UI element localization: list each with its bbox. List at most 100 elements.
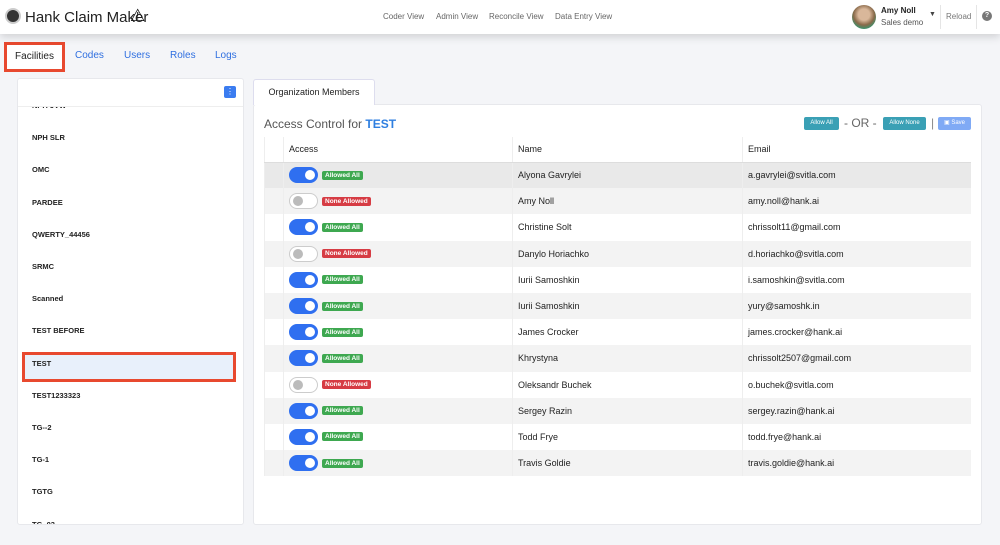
row-spacer [264,162,284,189]
status-badge: Allowed All [322,406,363,416]
table-row: Allowed All James Crocker james.crocker@… [264,319,971,346]
access-cell: Allowed All [283,214,513,241]
allow-none-button[interactable]: Allow None [883,117,926,130]
member-email: sergey.razin@hank.ai [742,397,971,424]
column-spacer [264,137,284,163]
table-row: None Allowed Amy Noll amy.noll@hank.ai [264,188,971,215]
access-toggle[interactable] [289,324,318,341]
member-email: chrissolt11@gmail.com [742,214,971,241]
toggle-knob [293,248,303,259]
access-cell: None Allowed [283,188,513,215]
access-toggle[interactable] [289,455,318,472]
access-cell: None Allowed [283,240,513,267]
tab-users[interactable]: Users [124,50,150,61]
member-name: Sergey Razin [512,397,743,424]
help-icon[interactable]: ? [982,11,992,21]
member-name: Christine Solt [512,214,743,241]
facility-item[interactable]: TG--2 [32,423,52,432]
facility-item[interactable]: TEST BEFORE [32,326,85,335]
access-toggle[interactable] [289,219,318,236]
access-toggle[interactable] [289,271,318,288]
under-construction-icon: ⚠ [130,6,146,25]
status-badge: Allowed All [322,170,363,180]
member-name: Amy Noll [512,188,743,215]
user-menu-caret-icon[interactable]: ▼ [929,11,936,18]
member-email: a.gavrylei@svitla.com [742,162,971,189]
reload-button[interactable]: Reload [946,12,971,21]
table-row: Allowed All Iurii Samoshkin i.samoshkin@… [264,266,971,293]
facility-item[interactable]: TGTG [32,487,53,496]
facility-item[interactable]: TG_03 [32,520,55,524]
heading-text: Access Control for [264,117,363,131]
nav-reconcile-view[interactable]: Reconcile View [489,12,544,21]
member-email: d.horiachko@svitla.com [742,240,971,267]
save-button[interactable]: ▣ Save [938,117,971,130]
tab-roles[interactable]: Roles [170,50,196,61]
access-toggle[interactable] [289,376,318,393]
toggle-knob [305,405,315,416]
status-badge: None Allowed [322,249,371,259]
tab-facilities[interactable]: Facilities [4,42,65,72]
access-toggle[interactable] [289,245,318,262]
member-email: yury@samoshk.in [742,292,971,320]
facility-item[interactable]: TG-1 [32,455,49,464]
status-badge: None Allowed [322,380,371,390]
nav-coder-view[interactable]: Coder View [383,12,424,21]
row-spacer [264,450,284,477]
toggle-knob [305,327,315,338]
allow-all-button[interactable]: Allow All [804,117,839,130]
facility-item[interactable]: OMC [32,165,50,174]
access-toggle[interactable] [289,167,318,184]
facility-list[interactable]: NPH JVW NPH SLR OMC PARDEE QWERTY_44456 SRMC S… [18,106,243,524]
member-email: todd.frye@hank.ai [742,423,971,451]
facility-item[interactable]: Scanned [32,294,63,303]
status-badge: None Allowed [322,196,371,206]
status-badge: Allowed All [322,275,363,285]
user-name[interactable]: Amy Noll [881,6,916,15]
member-email: travis.goldie@hank.ai [742,450,971,477]
toggle-knob [305,222,315,233]
member-name: Todd Frye [512,423,743,451]
member-name: James Crocker [512,319,743,346]
toggle-knob [293,196,303,207]
access-toggle[interactable] [289,298,318,315]
facility-item[interactable]: QWERTY_44456 [32,230,90,239]
member-name: Danylo Horiachko [512,240,743,267]
nav-data-entry-view[interactable]: Data Entry View [555,12,612,21]
access-toggle[interactable] [289,402,318,419]
facility-item[interactable]: TEST1233323 [32,391,80,400]
column-email: Email [742,137,971,163]
facility-item[interactable]: TEST [32,359,51,368]
row-spacer [264,240,284,267]
facility-item[interactable]: NPH SLR [32,133,65,142]
nav-admin-view[interactable]: Admin View [436,12,478,21]
table-row: Allowed All Khrystyna chrissolt2507@gmai… [264,345,971,372]
status-badge: Allowed All [322,458,363,468]
avatar[interactable] [852,5,876,29]
row-spacer [264,188,284,215]
access-toggle[interactable] [289,350,318,367]
access-toggle[interactable] [289,428,318,445]
facilities-menu-button[interactable]: ⋮ [224,86,236,98]
member-email: chrissolt2507@gmail.com [742,345,971,372]
table-row: Allowed All Sergey Razin sergey.razin@ha… [264,397,971,424]
access-toggle[interactable] [289,193,318,210]
toggle-knob [305,170,315,181]
row-spacer [264,319,284,346]
toggle-knob [305,353,315,364]
facility-item[interactable]: SRMC [32,262,54,271]
facility-item[interactable]: NPH JVW [32,107,66,110]
member-email: i.samoshkin@svitla.com [742,266,971,293]
tab-organization-members[interactable]: Organization Members [253,79,375,105]
member-name: Iurii Samoshkin [512,292,743,320]
toggle-knob [305,458,315,469]
save-label: Save [951,120,966,126]
facility-item[interactable]: PARDEE [32,198,63,207]
tab-logs[interactable]: Logs [215,50,237,61]
access-cell: Allowed All [283,292,513,320]
tab-codes[interactable]: Codes [75,50,104,61]
table-row: Allowed All Iurii Samoshkin yury@samoshk… [264,292,971,320]
access-cell: Allowed All [283,162,513,189]
member-name: Oleksandr Buchek [512,371,743,398]
table-row: None Allowed Danylo Horiachko d.horiachk… [264,240,971,267]
